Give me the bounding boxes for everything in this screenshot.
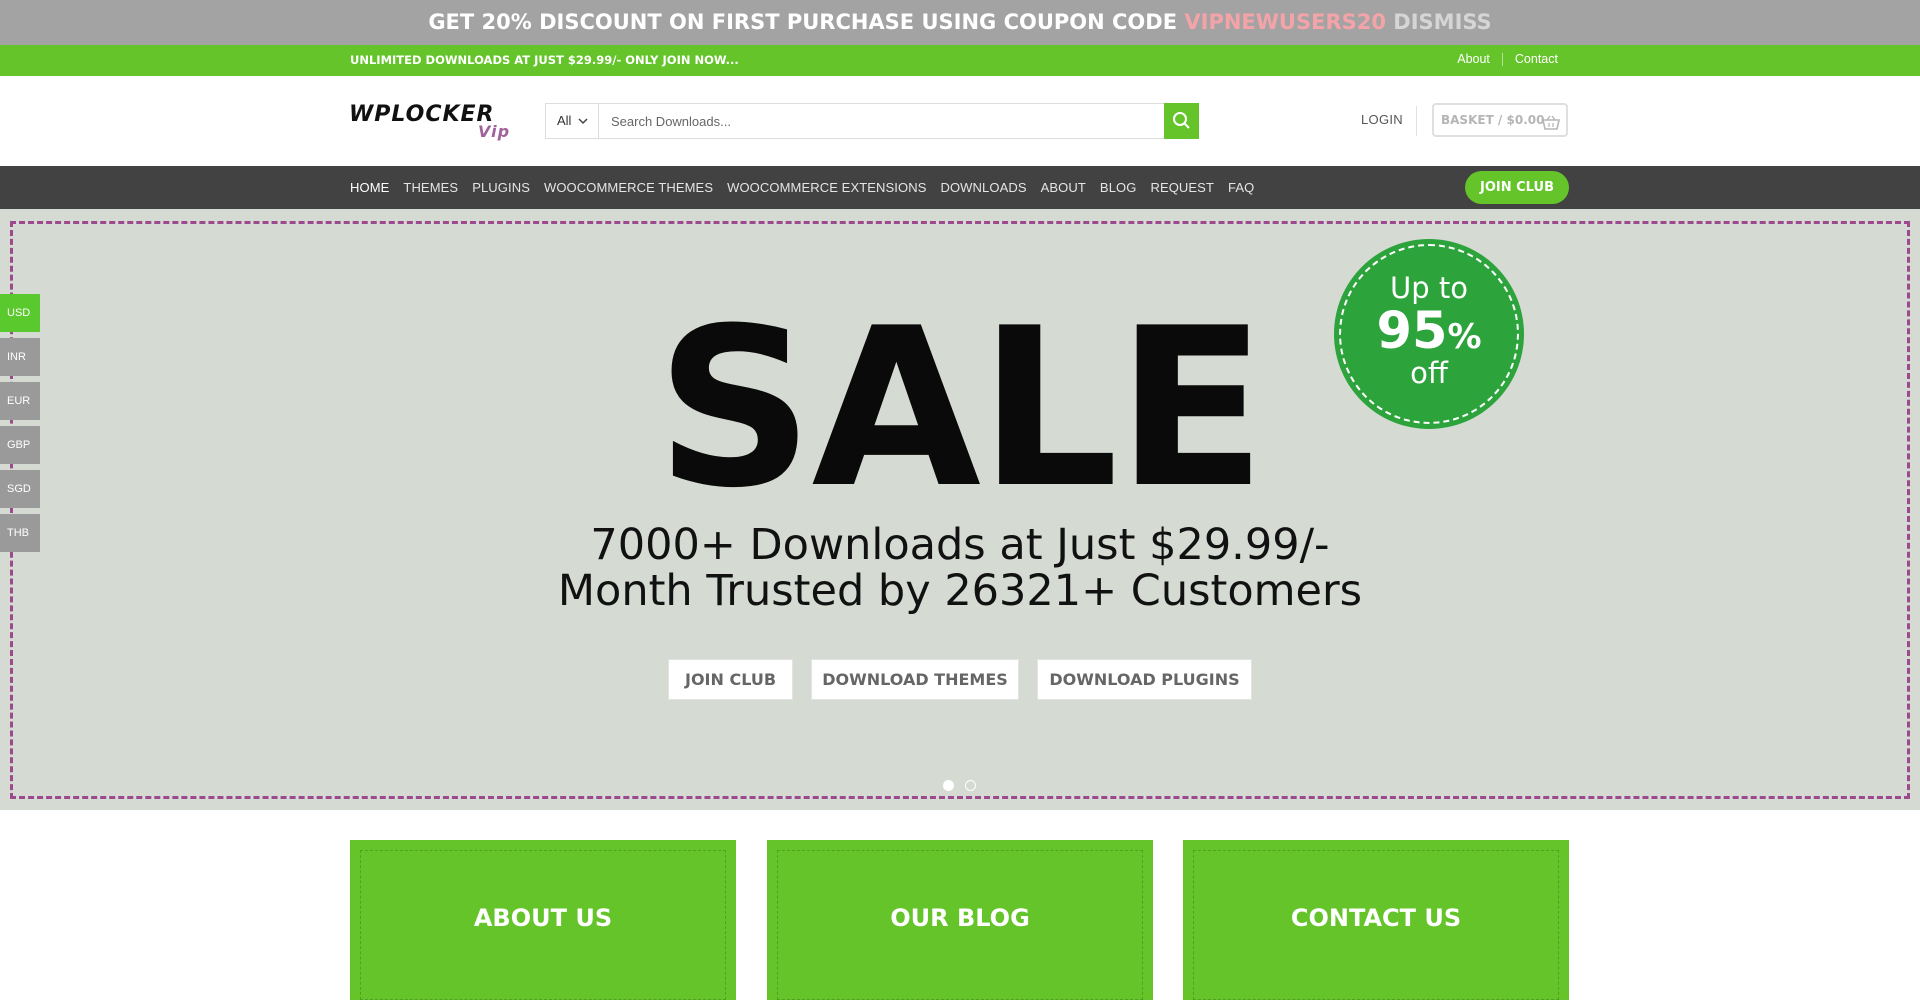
nav-item-themes[interactable]: THEMES: [403, 166, 458, 209]
nav-item-about[interactable]: ABOUT: [1041, 166, 1086, 209]
currency-sgd[interactable]: SGD: [0, 470, 40, 508]
nav-item-downloads[interactable]: DOWNLOADS: [940, 166, 1026, 209]
logo-sub-text: Vip: [478, 122, 511, 141]
promo-text: GET 20% DISCOUNT ON FIRST PURCHASE USING…: [428, 10, 1178, 34]
currency-eur[interactable]: EUR: [0, 382, 40, 420]
download-themes-button[interactable]: DOWNLOAD THEMES: [811, 659, 1019, 700]
site-logo[interactable]: WPLOCKER Vip: [349, 102, 519, 142]
dismiss-link[interactable]: DISMISS: [1393, 10, 1491, 34]
slider-dot-2[interactable]: [965, 780, 976, 791]
currency-gbp[interactable]: GBP: [0, 426, 40, 464]
nav-item-faq[interactable]: FAQ: [1228, 166, 1254, 209]
our-blog-label: OUR BLOG: [890, 904, 1030, 932]
login-link[interactable]: LOGIN: [1361, 112, 1403, 127]
contact-us-label: CONTACT US: [1290, 904, 1462, 932]
main-nav: HOME THEMES PLUGINS WOOCOMMERCE THEMES W…: [0, 166, 1920, 209]
badge-bottom-text: off: [1410, 356, 1448, 390]
chevron-down-icon: [578, 104, 588, 153]
search-button[interactable]: [1164, 103, 1199, 139]
nav-item-blog[interactable]: BLOG: [1100, 166, 1137, 209]
nav-item-woocommerce-extensions[interactable]: WOOCOMMERCE EXTENSIONS: [727, 166, 926, 209]
coupon-code: VIPNEWUSERS20: [1184, 10, 1386, 34]
basket-label: BASKET / $0.00: [1441, 113, 1545, 127]
about-link[interactable]: About: [1457, 52, 1490, 66]
divider: [1501, 53, 1503, 67]
badge-top-text: Up to: [1390, 271, 1468, 305]
contact-us-card[interactable]: CONTACT US: [1183, 840, 1569, 1000]
about-us-card[interactable]: ABOUT US: [350, 840, 736, 1000]
hero-subtitle-line2: Month Trusted by 26321+ Customers: [557, 566, 1363, 616]
about-us-label: ABOUT US: [473, 904, 613, 932]
logo-main-text: WPLOCKER: [349, 102, 495, 127]
slider-dot-1[interactable]: [943, 780, 954, 791]
top-bar-message: UNLIMITED DOWNLOADS AT JUST $29.99/- ONL…: [350, 53, 739, 67]
badge-number: 95: [1376, 302, 1448, 361]
currency-thb[interactable]: THB: [0, 514, 40, 552]
search-input[interactable]: [600, 104, 1164, 138]
promo-bar: GET 20% DISCOUNT ON FIRST PURCHASE USING…: [0, 0, 1920, 45]
hero-join-club-button[interactable]: JOIN CLUB: [668, 659, 793, 700]
hero-title: SALE: [655, 281, 1266, 536]
nav-item-plugins[interactable]: PLUGINS: [472, 166, 530, 209]
basket-button[interactable]: BASKET / $0.00: [1432, 103, 1568, 137]
header-divider: [1416, 106, 1417, 136]
search-icon: [1173, 112, 1190, 129]
badge-value: 95%: [1334, 302, 1524, 361]
basket-icon: [1542, 112, 1560, 142]
contact-link[interactable]: Contact: [1515, 52, 1558, 66]
top-bar: UNLIMITED DOWNLOADS AT JUST $29.99/- ONL…: [0, 45, 1920, 76]
hero-slider: SALE 7000+ Downloads at Just $29.99/- Mo…: [0, 209, 1920, 810]
nav-item-woocommerce-themes[interactable]: WOOCOMMERCE THEMES: [544, 166, 713, 209]
search-category-select[interactable]: All: [546, 104, 599, 138]
currency-usd[interactable]: USD: [0, 294, 40, 332]
currency-inr[interactable]: INR: [0, 338, 40, 376]
search-category-value: All: [557, 113, 572, 128]
badge-unit: %: [1447, 317, 1482, 357]
nav-item-home[interactable]: HOME: [350, 166, 389, 209]
header: WPLOCKER Vip All LOGIN BASKET / $0.00: [0, 76, 1920, 166]
join-club-button[interactable]: JOIN CLUB: [1465, 171, 1569, 204]
discount-badge: Up to 95% off: [1334, 239, 1524, 429]
nav-item-request[interactable]: REQUEST: [1150, 166, 1214, 209]
download-plugins-button[interactable]: DOWNLOAD PLUGINS: [1037, 659, 1252, 700]
hero-subtitle: 7000+ Downloads at Just $29.99/- Month T…: [0, 522, 1920, 614]
hero-subtitle-line1: 7000+ Downloads at Just $29.99/-: [590, 520, 1330, 570]
our-blog-card[interactable]: OUR BLOG: [767, 840, 1153, 1000]
top-bar-links: About Contact: [1457, 45, 1558, 74]
search-form: All: [545, 103, 1199, 139]
